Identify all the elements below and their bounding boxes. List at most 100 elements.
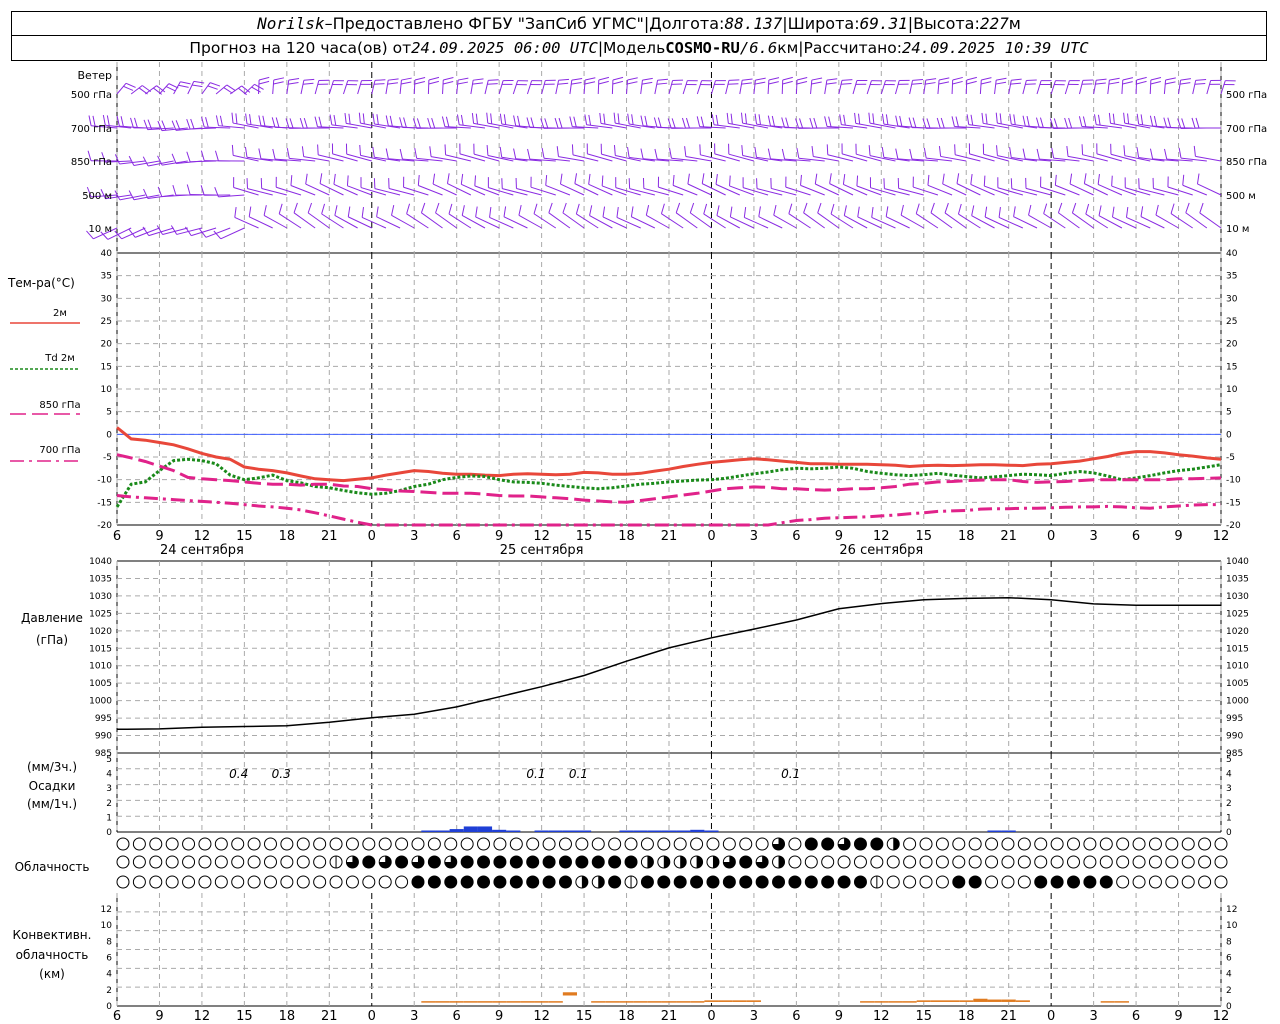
wind-level-label-right: 500 гПа xyxy=(1226,90,1267,101)
wind-title: Ветер xyxy=(78,69,112,82)
time-tick-mid: 18 xyxy=(958,529,975,544)
barb-feather xyxy=(826,78,838,81)
barb-staff xyxy=(258,79,260,95)
barb-feather xyxy=(1082,116,1087,127)
barb-feather xyxy=(1224,83,1235,86)
barb-staff xyxy=(703,213,726,229)
barb-feather xyxy=(385,148,389,159)
cloud-symbol xyxy=(165,855,179,869)
barb-feather xyxy=(599,112,602,124)
barb-feather xyxy=(331,143,334,154)
precip-bar xyxy=(987,830,1002,832)
wind-level-label-right: 850 гПа xyxy=(1226,157,1267,168)
barb-feather xyxy=(205,117,209,128)
wind-barb xyxy=(170,225,203,235)
precip-bar xyxy=(676,830,691,832)
barb-feather xyxy=(1095,82,1106,85)
barb-feather xyxy=(955,116,959,127)
wind-barb xyxy=(1022,79,1037,95)
barb-feather xyxy=(930,202,935,213)
barb-staff xyxy=(756,188,783,196)
barb-feather xyxy=(996,145,998,156)
wind-barb xyxy=(571,144,599,162)
wind-barb xyxy=(725,79,740,95)
wind-barb xyxy=(460,173,486,196)
barb-staff xyxy=(696,80,703,95)
wind-barb xyxy=(716,205,741,229)
barb-staff xyxy=(333,183,358,196)
barb-feather xyxy=(530,83,541,86)
wind-barb xyxy=(923,147,953,162)
barb-feather xyxy=(1210,79,1222,82)
barb-feather xyxy=(884,83,895,86)
cloud-symbol xyxy=(1198,875,1212,889)
barb-feather xyxy=(1193,145,1196,157)
wind-barb xyxy=(427,76,440,95)
wind-barb xyxy=(1008,78,1022,95)
pres-ytick-right: 1010 xyxy=(1226,662,1249,672)
barb-feather xyxy=(544,118,549,129)
barb-feather xyxy=(141,85,152,93)
precip-ytick-right: 0 xyxy=(1226,828,1232,838)
conv-bar xyxy=(732,1000,747,1002)
barb-feather xyxy=(459,143,461,154)
precip-bar xyxy=(477,826,493,832)
barb-feather xyxy=(615,177,617,188)
barb-feather xyxy=(258,115,262,126)
cloud-symbol xyxy=(296,837,310,851)
barb-feather xyxy=(944,202,949,214)
cloud-symbol xyxy=(821,855,835,869)
cloud-symbol-mark xyxy=(893,838,900,850)
cloud-symbol xyxy=(690,837,704,851)
barb-feather xyxy=(729,206,733,218)
wind-barb xyxy=(512,80,529,95)
wind-barb xyxy=(684,146,712,162)
cloud-symbol xyxy=(673,875,687,889)
barb-staff xyxy=(474,185,500,196)
barb-feather xyxy=(588,173,591,185)
barb-staff xyxy=(629,188,655,196)
barb-feather xyxy=(1196,173,1200,185)
barb-feather xyxy=(258,148,262,159)
barb-feather xyxy=(307,202,313,214)
barb-feather xyxy=(1053,118,1058,129)
barb-feather xyxy=(938,77,950,81)
time-tick-mid: 6 xyxy=(113,529,121,544)
barb-feather xyxy=(558,117,563,129)
wind-barb xyxy=(329,114,358,129)
barb-feather xyxy=(1011,78,1022,81)
barb-feather xyxy=(1122,77,1134,81)
barb-feather xyxy=(1022,115,1026,127)
cloud-symbol xyxy=(378,875,392,889)
wind-barb xyxy=(699,144,726,162)
cloud-symbol xyxy=(706,837,720,851)
barb-feather xyxy=(503,114,507,125)
time-tick-mid: 21 xyxy=(1000,529,1017,544)
wind-barb xyxy=(498,80,514,95)
cloud-symbol-mark xyxy=(663,856,670,868)
barb-feather xyxy=(460,173,464,185)
conv-title-2: облачность xyxy=(16,948,89,962)
barb-staff xyxy=(942,183,967,196)
barb-staff xyxy=(263,214,288,229)
barb-staff xyxy=(602,216,627,229)
barb-feather xyxy=(998,206,1001,218)
barb-feather xyxy=(602,206,606,218)
barb-feather xyxy=(971,205,975,216)
precip-ytick-right: 4 xyxy=(1226,770,1232,780)
wind-barb xyxy=(1111,175,1137,196)
cloud-symbol xyxy=(214,855,228,869)
barb-feather xyxy=(1191,117,1196,129)
barb-feather xyxy=(333,173,336,185)
wind-barb xyxy=(729,175,755,196)
barb-feather xyxy=(530,117,535,128)
barb-staff xyxy=(272,80,275,95)
conv-bar xyxy=(591,1001,606,1003)
time-tick-bottom: 21 xyxy=(321,1009,338,1024)
barb-staff xyxy=(1078,80,1084,95)
barb-feather xyxy=(475,206,478,217)
cloud-symbol xyxy=(558,855,572,869)
barb-feather xyxy=(557,82,569,85)
pres-ytick-left: 1015 xyxy=(89,644,112,654)
barb-feather xyxy=(1123,145,1126,156)
